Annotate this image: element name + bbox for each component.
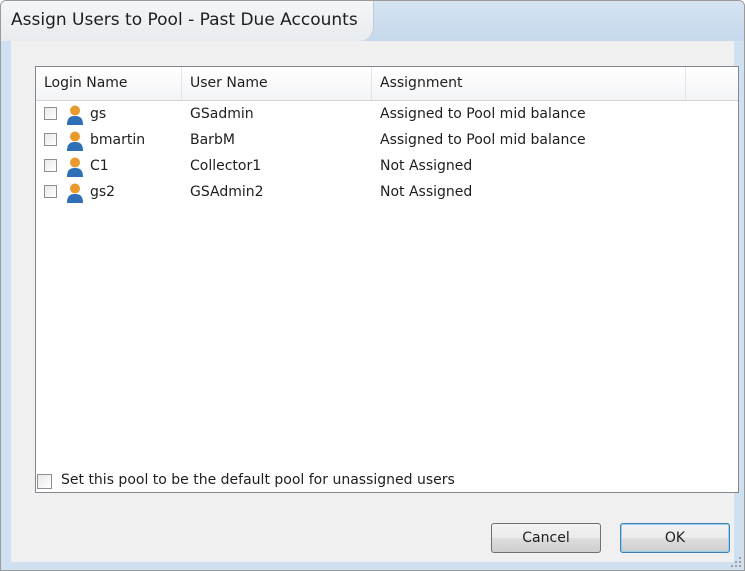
ok-button[interactable]: OK (620, 523, 730, 553)
window-title: Assign Users to Pool - Past Due Accounts (11, 10, 358, 30)
cancel-button[interactable]: Cancel (491, 523, 601, 553)
login-name-cell: gs2 (90, 184, 116, 200)
title-tab: Assign Users to Pool - Past Due Accounts (1, 1, 374, 41)
users-list[interactable]: Login Name User Name Assignment gs GSadmi… (35, 66, 739, 493)
column-header-filler (686, 67, 738, 100)
assignment-cell: Assigned to Pool mid balance (380, 132, 586, 148)
login-name-cell: bmartin (90, 132, 146, 148)
assignment-cell: Not Assigned (380, 158, 473, 174)
default-pool-label: Set this pool to be the default pool for… (61, 472, 455, 488)
user-name-cell: Collector1 (190, 158, 262, 174)
login-name-cell: gs (90, 106, 107, 122)
table-row[interactable]: C1 Collector1 Not Assigned (36, 155, 738, 181)
user-icon (67, 157, 83, 177)
row-checkbox[interactable] (44, 185, 57, 198)
user-icon (67, 183, 83, 203)
assignment-cell: Assigned to Pool mid balance (380, 106, 586, 122)
table-row[interactable]: gs2 GSAdmin2 Not Assigned (36, 181, 738, 207)
resize-grip-icon[interactable] (730, 556, 742, 568)
dialog-body: Login Name User Name Assignment gs GSadmi… (11, 41, 739, 562)
title-bar[interactable]: Assign Users to Pool - Past Due Accounts (1, 1, 744, 41)
table-row[interactable]: gs GSadmin Assigned to Pool mid balance (36, 103, 738, 129)
user-icon (67, 131, 83, 151)
column-header-login-name[interactable]: Login Name (36, 67, 182, 100)
user-name-cell: GSadmin (190, 106, 254, 122)
user-name-cell: GSAdmin2 (190, 184, 264, 200)
user-icon (67, 105, 83, 125)
user-name-cell: BarbM (190, 132, 235, 148)
column-header-assignment[interactable]: Assignment (372, 67, 686, 100)
assign-users-dialog: Assign Users to Pool - Past Due Accounts… (0, 0, 745, 571)
table-row[interactable]: bmartin BarbM Assigned to Pool mid balance (36, 129, 738, 155)
login-name-cell: C1 (90, 158, 109, 174)
row-checkbox[interactable] (44, 107, 57, 120)
row-checkbox[interactable] (44, 159, 57, 172)
column-header-user-name[interactable]: User Name (182, 67, 372, 100)
row-checkbox[interactable] (44, 133, 57, 146)
default-pool-checkbox[interactable] (37, 474, 52, 489)
list-header: Login Name User Name Assignment (36, 67, 738, 101)
assignment-cell: Not Assigned (380, 184, 473, 200)
